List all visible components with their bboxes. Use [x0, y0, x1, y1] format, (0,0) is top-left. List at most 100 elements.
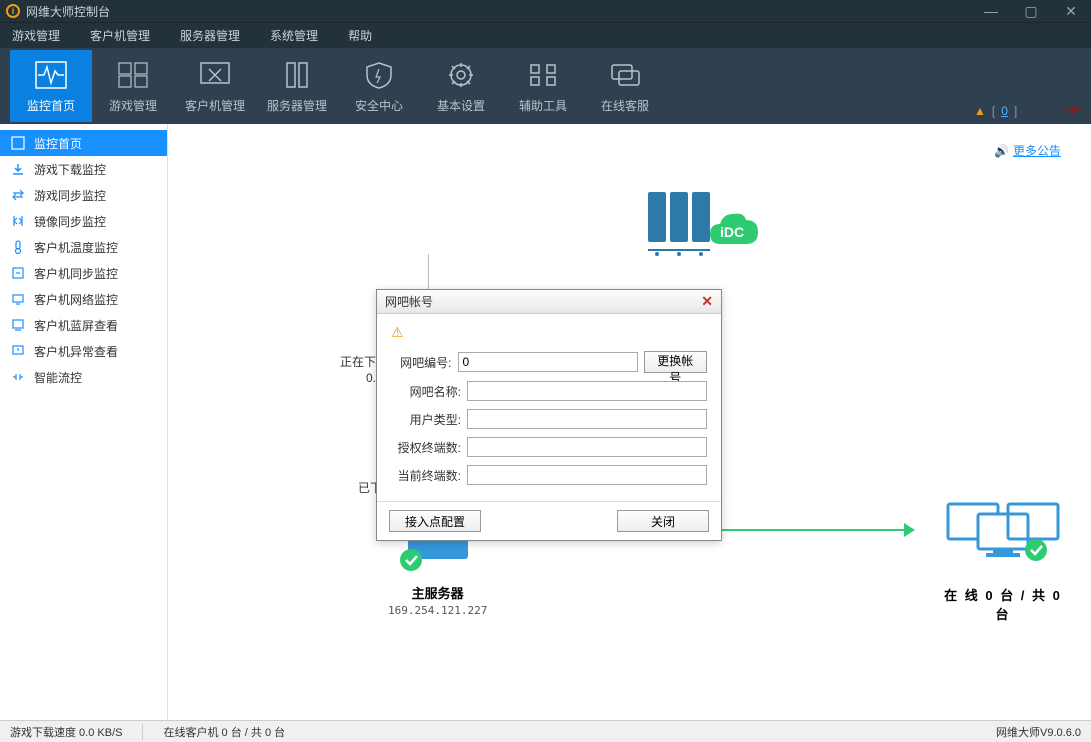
wrench-icon — [199, 59, 231, 91]
sidebar-item-flow-control[interactable]: 智能流控 — [0, 364, 167, 390]
dialog-close-icon[interactable]: ✕ — [701, 293, 713, 310]
toolbar: 监控首页 游戏管理 客户机管理 服务器管理 安全中心 基本设置 辅助工具 在线客… — [0, 48, 1091, 124]
error-icon — [10, 343, 26, 359]
field-label-curr: 当前终端数: — [391, 467, 461, 484]
clients-icon — [938, 494, 1068, 574]
auth-terminals-input[interactable] — [467, 437, 707, 457]
chat-icon — [609, 59, 641, 91]
tools-icon — [527, 59, 559, 91]
sidebar-item-label: 游戏下载监控 — [34, 161, 106, 178]
server-icon — [281, 59, 313, 91]
tool-label: 辅助工具 — [519, 97, 567, 114]
tool-game-mgmt[interactable]: 游戏管理 — [92, 50, 174, 122]
tool-server-mgmt[interactable]: 服务器管理 — [256, 50, 338, 122]
toolbar-status: ▲ [ 0 ] VIP — [974, 104, 1081, 118]
sync2-icon — [10, 265, 26, 281]
maximize-button[interactable]: ▢ — [1011, 0, 1051, 22]
tool-security[interactable]: 安全中心 — [338, 50, 420, 122]
netbar-id-input[interactable] — [458, 352, 638, 372]
sidebar-item-client-network[interactable]: 客户机网络监控 — [0, 286, 167, 312]
current-terminals-input[interactable] — [467, 465, 707, 485]
tool-label: 游戏管理 — [109, 97, 157, 114]
status-online-clients: 在线客户机 0 台 / 共 0 台 — [163, 724, 285, 740]
tool-label: 监控首页 — [27, 97, 75, 114]
client-status-label: 在 线 0 台 / 共 0 台 — [938, 585, 1068, 623]
warning-icon: ⚠ — [391, 324, 707, 341]
sidebar-item-label: 镜像同步监控 — [34, 213, 106, 230]
sidebar-item-label: 智能流控 — [34, 369, 82, 386]
user-type-input[interactable] — [467, 409, 707, 429]
window-buttons: — ▢ ✕ — [971, 0, 1091, 22]
server-ip: 169.254.121.227 — [388, 604, 487, 617]
field-label-id: 网吧编号: — [391, 354, 452, 371]
client-block: 在 线 0 台 / 共 0 台 — [938, 494, 1068, 623]
announce-label: 更多公告 — [1013, 142, 1061, 159]
sidebar-item-label: 监控首页 — [34, 135, 82, 152]
tool-support[interactable]: 在线客服 — [584, 50, 666, 122]
app-title: 网维大师控制台 — [26, 3, 110, 20]
sidebar-item-client-sync[interactable]: 客户机同步监控 — [0, 260, 167, 286]
account-dialog: 网吧帐号 ✕ ⚠ 网吧编号: 更换帐号 网吧名称: 用户类型: 授权终端数: 当… — [376, 289, 722, 541]
sidebar-item-client-bluescreen[interactable]: 客户机蓝屏查看 — [0, 312, 167, 338]
sidebar-item-label: 游戏同步监控 — [34, 187, 106, 204]
menu-client[interactable]: 客户机管理 — [90, 27, 150, 44]
dialog-title: 网吧帐号 — [385, 293, 433, 310]
statusbar: 游戏下载速度 0.0 KB/S 在线客户机 0 台 / 共 0 台 网维大师V9… — [0, 720, 1091, 742]
idc-badge-text: iDC — [720, 224, 744, 240]
menu-game[interactable]: 游戏管理 — [12, 27, 60, 44]
sidebar-item-label: 客户机温度监控 — [34, 239, 118, 256]
dialog-titlebar[interactable]: 网吧帐号 ✕ — [377, 290, 721, 314]
sidebar-item-mirror-sync[interactable]: 镜像同步监控 — [0, 208, 167, 234]
tool-label: 基本设置 — [437, 97, 485, 114]
status-download-speed: 游戏下载速度 0.0 KB/S — [10, 724, 122, 740]
sync-icon — [10, 187, 26, 203]
tool-label: 在线客服 — [601, 97, 649, 114]
download-icon — [10, 161, 26, 177]
app-logo-icon: i — [6, 4, 20, 18]
menu-server[interactable]: 服务器管理 — [180, 27, 240, 44]
titlebar: i 网维大师控制台 — ▢ ✕ — [0, 0, 1091, 22]
menu-system[interactable]: 系统管理 — [270, 27, 318, 44]
more-announcements-link[interactable]: 🔊 更多公告 — [994, 142, 1061, 159]
tool-settings[interactable]: 基本设置 — [420, 50, 502, 122]
tool-label: 服务器管理 — [267, 97, 327, 114]
netbar-name-input[interactable] — [467, 381, 707, 401]
sidebar-item-label: 客户机蓝屏查看 — [34, 317, 118, 334]
sidebar-item-game-download[interactable]: 游戏下载监控 — [0, 156, 167, 182]
close-button[interactable]: 关闭 — [617, 510, 709, 532]
tool-label: 客户机管理 — [185, 97, 245, 114]
tool-aux-tools[interactable]: 辅助工具 — [502, 50, 584, 122]
minimize-button[interactable]: — — [971, 0, 1011, 22]
tool-client-mgmt[interactable]: 客户机管理 — [174, 50, 256, 122]
tool-monitor-home[interactable]: 监控首页 — [10, 50, 92, 122]
bluescreen-icon — [10, 317, 26, 333]
sidebar-item-label: 客户机网络监控 — [34, 291, 118, 308]
bracket: ] — [1014, 104, 1017, 118]
activity-icon — [10, 135, 26, 151]
close-button[interactable]: ✕ — [1051, 0, 1091, 22]
change-account-button[interactable]: 更换帐号 — [644, 351, 708, 373]
sidebar-item-game-sync[interactable]: 游戏同步监控 — [0, 182, 167, 208]
tool-label: 安全中心 — [355, 97, 403, 114]
shield-icon — [363, 59, 395, 91]
status-count-link[interactable]: 0 — [1001, 104, 1008, 118]
flow-icon — [10, 369, 26, 385]
access-point-config-button[interactable]: 接入点配置 — [389, 510, 481, 532]
thermo-icon — [10, 239, 26, 255]
game-icon — [117, 59, 149, 91]
idc-icon: iDC — [638, 184, 778, 269]
arrow-right-icon — [904, 523, 915, 537]
gear-icon — [445, 59, 477, 91]
vip-badge: VIP — [1063, 105, 1081, 117]
sidebar-item-monitor-home[interactable]: 监控首页 — [0, 130, 167, 156]
status-version: 网维大师V9.0.6.0 — [996, 724, 1081, 740]
menubar: 游戏管理 客户机管理 服务器管理 系统管理 帮助 — [0, 22, 1091, 48]
warning-icon: ▲ — [974, 104, 986, 118]
server-label: 主服务器 — [388, 583, 487, 602]
field-label-auth: 授权终端数: — [391, 439, 461, 456]
menu-help[interactable]: 帮助 — [348, 27, 372, 44]
network-icon — [10, 291, 26, 307]
sidebar-item-client-error[interactable]: 客户机异常查看 — [0, 338, 167, 364]
sidebar-item-client-temp[interactable]: 客户机温度监控 — [0, 234, 167, 260]
activity-icon — [35, 59, 67, 91]
